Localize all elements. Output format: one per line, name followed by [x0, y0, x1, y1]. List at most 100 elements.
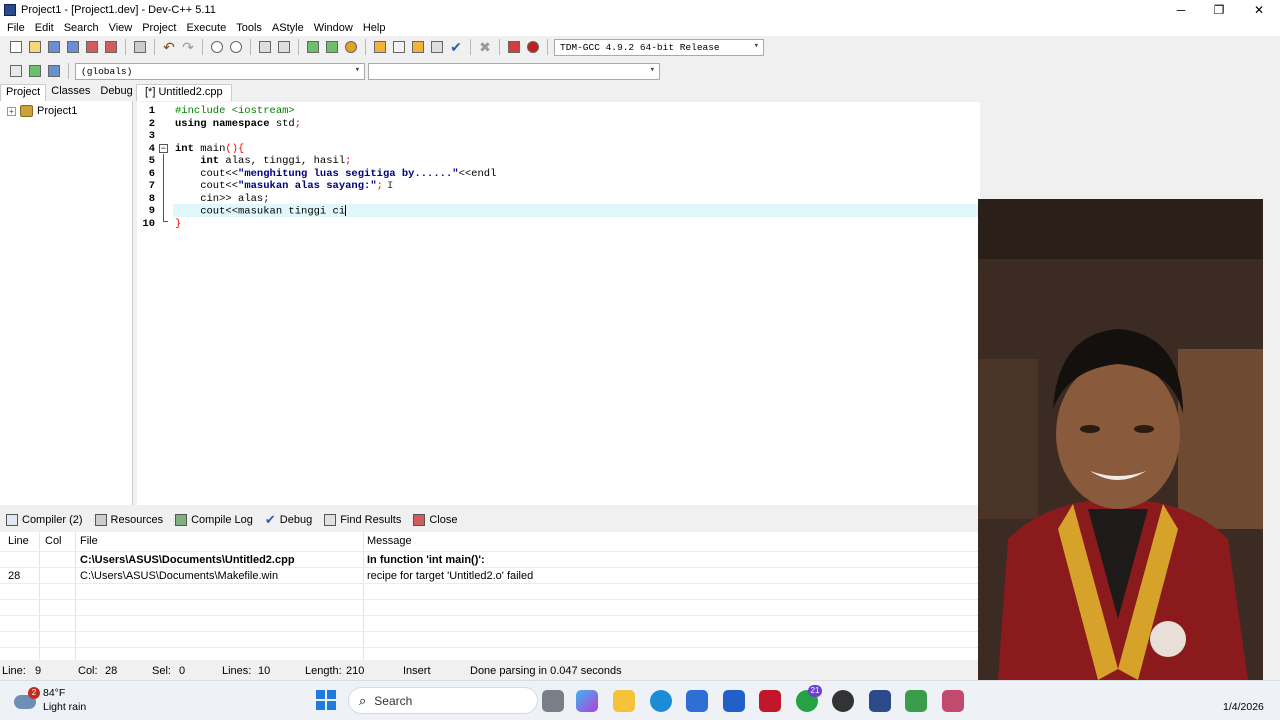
tab-project[interactable]: Project: [0, 84, 47, 101]
status-line-value: 9: [35, 665, 42, 677]
sheets-icon[interactable]: [905, 690, 927, 712]
close-all-icon[interactable]: [103, 39, 119, 55]
compile-run-icon[interactable]: [410, 39, 426, 55]
tab-compiler[interactable]: Compiler (2): [6, 514, 83, 526]
indent-icon[interactable]: [257, 39, 273, 55]
weather-widget[interactable]: 2: [14, 687, 40, 711]
code-editor[interactable]: 1 2 3 4 5 6 7 8 9 10 − #include <iostrea…: [137, 102, 980, 505]
tab-label: Resources: [110, 514, 164, 526]
scope-select[interactable]: (globals) ▾: [75, 62, 365, 80]
tab-debug[interactable]: Debug: [95, 84, 137, 101]
line-number: 8: [148, 192, 155, 205]
goto-icon[interactable]: [305, 39, 321, 55]
print-icon[interactable]: [132, 39, 148, 55]
taskbar-search-box[interactable]: ⌕ Search: [348, 687, 538, 714]
project-folder-icon: [20, 105, 33, 117]
whatsapp-icon[interactable]: 21: [796, 685, 822, 712]
bookmark-icon[interactable]: [343, 39, 359, 55]
status-bar: Line: 9 Col: 28 Sel: 0 Lines: 10 Length:…: [0, 664, 980, 680]
mcafee-icon[interactable]: [759, 690, 781, 712]
code-token: cout<<: [175, 180, 239, 192]
search-icon: ⌕: [359, 692, 367, 708]
column-header-file[interactable]: File: [80, 532, 98, 550]
weather-temperature: 84°F: [43, 687, 66, 699]
insert-icon[interactable]: [8, 63, 24, 79]
status-sel-value: 0: [179, 665, 186, 677]
run-icon[interactable]: [391, 39, 407, 55]
profile-icon[interactable]: [506, 39, 522, 55]
rebuild-icon[interactable]: [429, 39, 445, 55]
tab-close[interactable]: Close: [413, 514, 457, 526]
stop-icon[interactable]: ✖: [477, 39, 493, 55]
syntax-check-icon[interactable]: ✔: [448, 39, 464, 55]
save-all-icon[interactable]: [65, 39, 81, 55]
minimize-button[interactable]: ─: [1161, 0, 1201, 20]
code-line-1: #include <iostream>: [175, 105, 295, 117]
menu-edit[interactable]: Edit: [30, 22, 59, 34]
compile-icon[interactable]: [372, 39, 388, 55]
tab-find-results[interactable]: Find Results: [324, 514, 401, 526]
line-number: 7: [148, 180, 155, 192]
expand-icon[interactable]: +: [7, 106, 16, 116]
tab-untitled2[interactable]: [*] Untitled2.cpp: [136, 84, 232, 101]
code-token: main: [193, 142, 226, 155]
fold-collapse-icon[interactable]: −: [159, 144, 168, 153]
bookmark-list-icon[interactable]: [46, 63, 62, 79]
menu-execute[interactable]: Execute: [181, 22, 231, 34]
menu-project[interactable]: Project: [137, 22, 181, 34]
goto-line-icon[interactable]: [324, 39, 340, 55]
close-window-button[interactable]: ✕: [1239, 0, 1279, 20]
windows-start-icon[interactable]: [316, 690, 336, 710]
tab-debug-output[interactable]: ✔ Debug: [265, 512, 312, 528]
row-message: recipe for target 'Untitled2.o' failed: [367, 570, 534, 582]
copilot-icon[interactable]: [576, 690, 598, 712]
line-number: 1: [148, 105, 155, 117]
file-explorer-icon[interactable]: [613, 690, 635, 712]
unindent-icon[interactable]: [276, 39, 292, 55]
menu-search[interactable]: Search: [59, 22, 104, 34]
debug-icon[interactable]: [525, 39, 541, 55]
fold-end: [163, 221, 168, 222]
replace-icon[interactable]: [228, 39, 244, 55]
tab-resources[interactable]: Resources: [94, 514, 164, 526]
line-number: 3: [148, 130, 155, 142]
menu-window[interactable]: Window: [309, 22, 358, 34]
close-file-icon[interactable]: [84, 39, 100, 55]
tab-compile-log[interactable]: Compile Log: [175, 514, 253, 526]
menu-view[interactable]: View: [104, 22, 138, 34]
devcpp-app-icon: [4, 4, 16, 16]
column-header-col[interactable]: Col: [45, 532, 62, 550]
task-view-icon[interactable]: [542, 690, 564, 712]
new-file-icon[interactable]: [8, 39, 24, 55]
windows-taskbar: 2 84°F Light rain ⌕ Search 21 1/4/2026: [0, 680, 1280, 720]
chatgpt-icon[interactable]: [832, 690, 854, 712]
azure-icon[interactable]: [723, 690, 745, 712]
project-tree-item[interactable]: + Project1: [7, 105, 77, 117]
redo-icon[interactable]: ↷: [180, 39, 196, 55]
find-results-icon: [324, 514, 337, 526]
column-header-line[interactable]: Line: [8, 532, 29, 550]
devcpp-taskbar-icon[interactable]: [869, 690, 891, 712]
store-icon[interactable]: [686, 690, 708, 712]
menu-file[interactable]: File: [2, 22, 30, 34]
column-header-message[interactable]: Message: [367, 532, 412, 550]
save-icon[interactable]: [46, 39, 62, 55]
open-file-icon[interactable]: [27, 39, 43, 55]
status-length-value: 210: [346, 665, 365, 677]
compiler-select[interactable]: TDM-GCC 4.9.2 64-bit Release ▾: [554, 38, 764, 56]
undo-icon[interactable]: ↶: [161, 39, 177, 55]
check-icon: ✔: [264, 512, 276, 527]
toggle-icon[interactable]: [27, 63, 43, 79]
whatsapp-badge: 21: [808, 685, 822, 697]
menu-astyle[interactable]: AStyle: [267, 22, 309, 34]
find-icon[interactable]: [209, 39, 225, 55]
app-icon[interactable]: [942, 690, 964, 712]
chevron-down-icon: ▾: [753, 40, 759, 51]
edge-icon[interactable]: [650, 690, 672, 712]
tab-classes[interactable]: Classes: [46, 84, 95, 101]
menu-help[interactable]: Help: [358, 22, 391, 34]
maximize-button[interactable]: ❐: [1199, 0, 1239, 20]
project-panel-tabs: Project Classes Debug: [0, 84, 133, 101]
function-select[interactable]: ▾: [368, 62, 660, 80]
menu-tools[interactable]: Tools: [231, 22, 267, 34]
